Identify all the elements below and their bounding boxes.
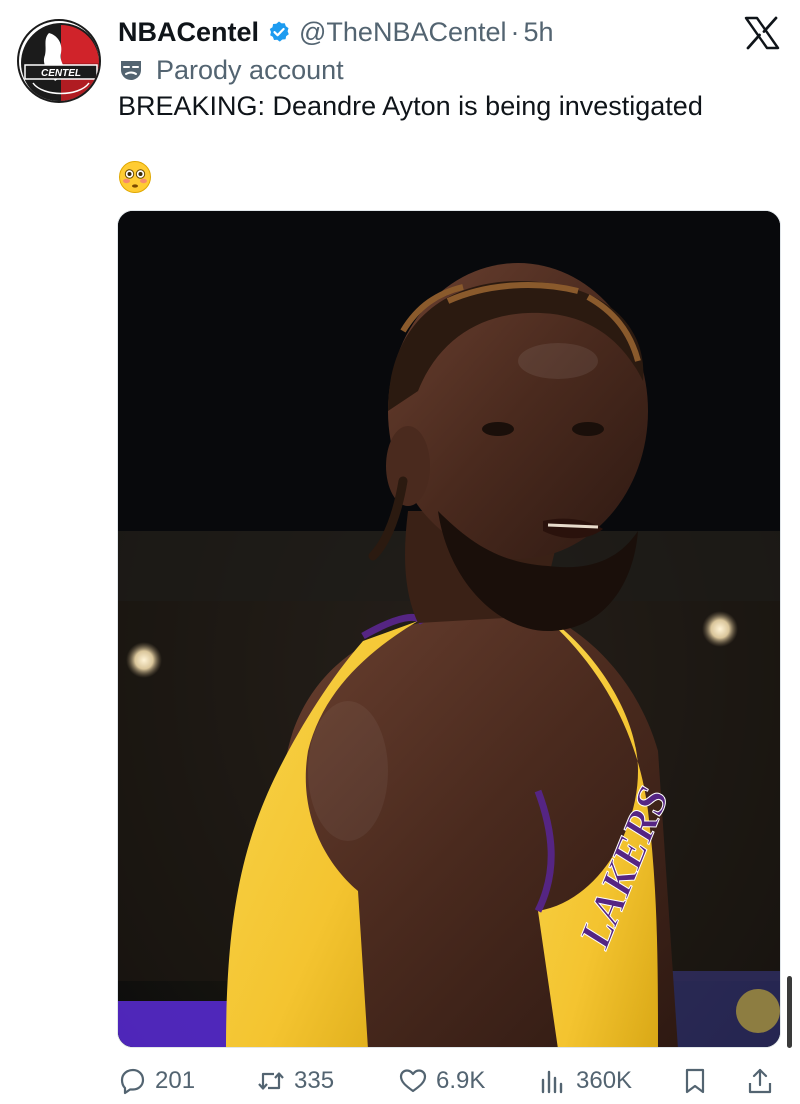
repost-button[interactable]: 335 (256, 1058, 334, 1104)
scrollbar[interactable] (787, 976, 792, 1048)
avatar[interactable]: CENTEL (17, 19, 101, 103)
tweet-text: BREAKING: Deandre Ayton is being investi… (118, 91, 703, 121)
reply-icon (120, 1068, 145, 1095)
tweet-media-image[interactable]: LAKERS (117, 210, 781, 1048)
reply-button[interactable]: 201 (117, 1058, 195, 1104)
views-button[interactable]: 360K (538, 1058, 632, 1104)
reply-count: 201 (155, 1067, 196, 1094)
repost-count: 335 (294, 1067, 335, 1094)
flushed-face-emoji (119, 161, 151, 193)
parody-label: Parody account (118, 52, 344, 88)
views-icon (541, 1070, 563, 1094)
heart-icon (399, 1069, 427, 1093)
tweet-header: NBACentel @TheNBACentel · 5h (118, 14, 554, 50)
action-bar: 201 335 6.9K 360K (0, 1058, 800, 1104)
share-icon (748, 1068, 772, 1094)
separator-dot: · (510, 16, 520, 47)
mask-icon (121, 61, 141, 80)
bookmark-button[interactable] (680, 1058, 710, 1104)
timestamp[interactable]: 5h (524, 17, 554, 48)
repost-icon (258, 1072, 284, 1090)
tweet: CENTEL NBACentel @TheNBACentel · 5h Paro… (0, 0, 800, 1104)
share-button[interactable] (745, 1058, 775, 1104)
parody-account-text: Parody account (156, 54, 344, 85)
player-photo: LAKERS (118, 211, 780, 1047)
verified-badge-icon (269, 21, 289, 42)
bookmark-icon (685, 1068, 705, 1094)
x-logo-icon (744, 16, 780, 50)
avatar-logo: CENTEL (21, 23, 99, 101)
views-count: 360K (576, 1067, 633, 1094)
display-name[interactable]: NBACentel (118, 17, 259, 48)
avatar-text: CENTEL (41, 68, 81, 79)
like-count: 6.9K (436, 1067, 486, 1094)
like-button[interactable]: 6.9K (398, 1058, 485, 1104)
handle[interactable]: @TheNBACentel (299, 17, 507, 48)
